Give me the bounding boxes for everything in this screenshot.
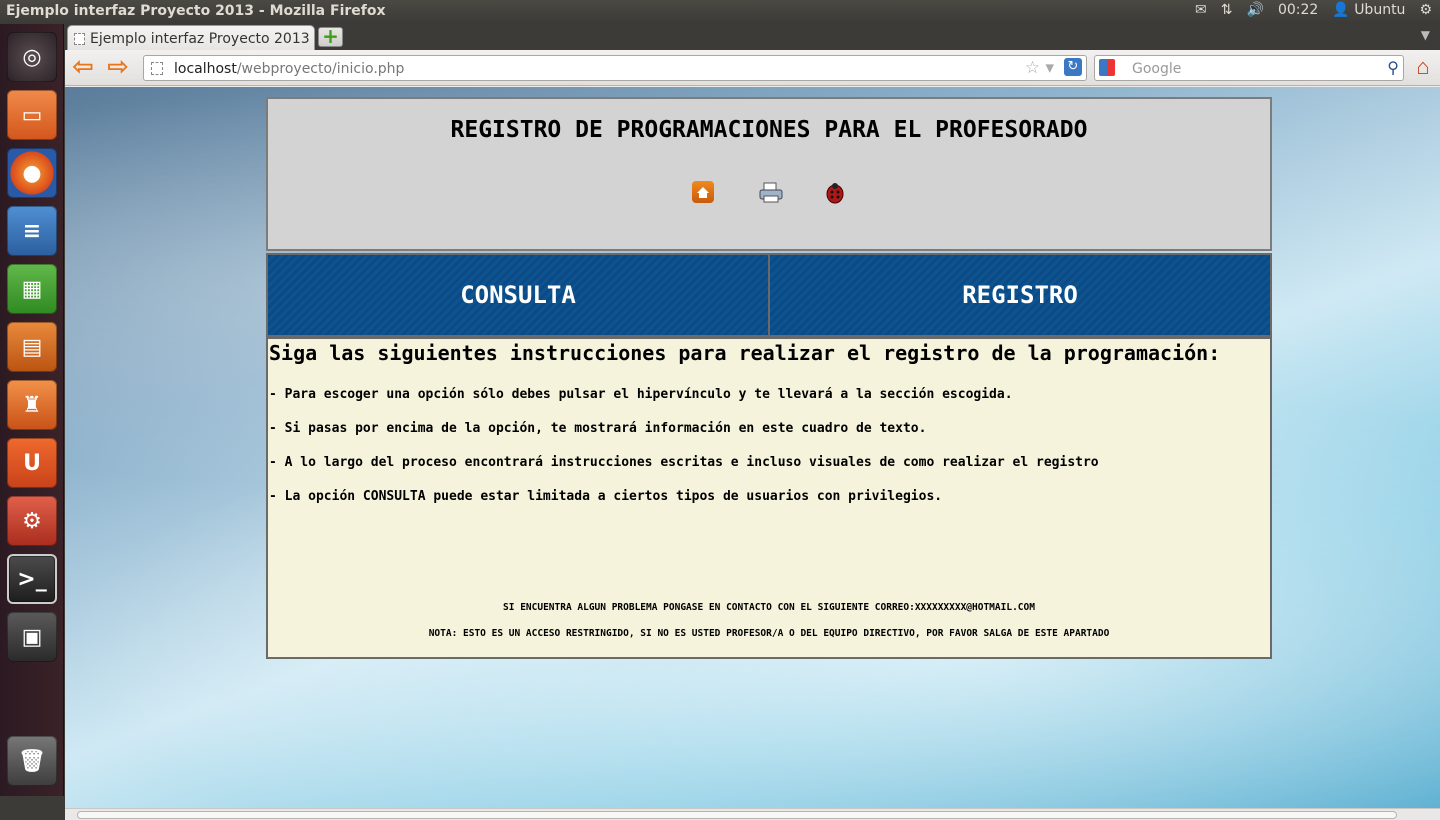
footer-contact: SI ENCUENTRA ALGUN PROBLEMA PONGASE EN C… <box>503 602 1035 613</box>
home-button[interactable]: ⌂ <box>1410 54 1436 80</box>
url-path: /webproyecto/inicio.php <box>236 61 405 77</box>
navigation-toolbar: ⇦ ⇨ localhost/webproyecto/inicio.php ☆ ▾… <box>65 50 1440 86</box>
menu-consulta-link[interactable]: CONSULTA <box>268 255 768 335</box>
google-engine-icon[interactable] <box>1099 59 1115 76</box>
forward-button[interactable]: ⇨ <box>104 54 132 82</box>
page-viewport: REGISTRO DE PROGRAMACIONES PARA EL PROFE… <box>65 87 1440 808</box>
network-icon[interactable]: ⇅ <box>1221 2 1233 18</box>
session-gear-icon[interactable]: ⚙ <box>1419 2 1432 18</box>
ladybug-icon[interactable] <box>824 181 846 204</box>
instruction-item: - Si pasas por encima de la opción, te m… <box>269 421 927 436</box>
reload-button[interactable]: ↻ <box>1064 58 1082 76</box>
mail-icon[interactable]: ✉ <box>1195 2 1207 18</box>
tab-active[interactable]: Ejemplo interfaz Proyecto 2013 <box>67 25 315 50</box>
search-placeholder: Google <box>1132 61 1182 77</box>
menu-registro-link[interactable]: REGISTRO <box>768 255 1270 335</box>
bookmark-star-icon[interactable]: ☆ ▾ <box>1025 58 1054 78</box>
ubuntu-dash-icon[interactable]: ◎ <box>7 32 57 82</box>
impress-icon[interactable]: ▤ <box>7 322 57 372</box>
user-icon: 👤 <box>1332 2 1350 18</box>
url-bar[interactable]: localhost/webproyecto/inicio.php ☆ ▾ ↻ <box>143 55 1087 81</box>
main-menu: CONSULTA REGISTRO <box>266 253 1272 337</box>
horizontal-scrollbar[interactable] <box>65 808 1440 820</box>
instructions-title: Siga las siguientes instrucciones para r… <box>269 341 1221 365</box>
system-tray: ✉ ⇅ 🔊 00:22 👤 Ubuntu ⚙ <box>1195 2 1432 18</box>
ubuntu-one-icon[interactable]: U <box>7 438 57 488</box>
unity-launcher: ◎ ▭ ● ≡ ▦ ▤ ♜ U ⚙ >_ ▣ 🗑 <box>0 24 64 796</box>
instruction-item: - A lo largo del proceso encontrará inst… <box>269 455 1099 470</box>
site-identity-icon[interactable] <box>151 62 163 75</box>
ubuntu-top-panel: Ejemplo interfaz Proyecto 2013 - Mozilla… <box>0 0 1440 24</box>
trash-icon[interactable]: 🗑 <box>7 736 57 786</box>
back-button[interactable]: ⇦ <box>69 54 97 82</box>
window-title: Ejemplo interfaz Proyecto 2013 - Mozilla… <box>6 3 386 19</box>
terminal-icon[interactable]: >_ <box>7 554 57 604</box>
instructions-panel: Siga las siguientes instrucciones para r… <box>266 337 1272 659</box>
user-menu[interactable]: 👤 Ubuntu <box>1332 2 1405 18</box>
instruction-item: - La opción CONSULTA puede estar limitad… <box>269 489 943 504</box>
tab-title: Ejemplo interfaz Proyecto 2013 <box>90 31 310 47</box>
calc-icon[interactable]: ▦ <box>7 264 57 314</box>
volume-icon[interactable]: 🔊 <box>1247 2 1264 18</box>
url-host: localhost <box>174 61 237 77</box>
instruction-item: - Para escoger una opción sólo debes pul… <box>269 387 1013 402</box>
footer-note: NOTA: ESTO ES UN ACCESO RESTRINGIDO, SI … <box>428 628 1110 639</box>
user-name: Ubuntu <box>1354 2 1406 18</box>
search-bar[interactable]: Google ⚲ <box>1094 55 1404 81</box>
writer-icon[interactable]: ≡ <box>7 206 57 256</box>
workspace-switcher-icon[interactable]: ▣ <box>7 612 57 662</box>
tab-strip: Ejemplo interfaz Proyecto 2013 + ▼ <box>65 24 1440 50</box>
clock[interactable]: 00:22 <box>1278 2 1318 18</box>
printer-icon[interactable] <box>758 181 783 203</box>
new-tab-button[interactable]: + <box>318 26 343 47</box>
home-icon[interactable] <box>692 181 714 203</box>
scrollbar-thumb[interactable] <box>77 811 1397 819</box>
page-favicon-icon <box>74 33 85 45</box>
search-icon[interactable]: ⚲ <box>1387 58 1399 77</box>
firefox-window: Ejemplo interfaz Proyecto 2013 + ▼ ⇦ ⇨ l… <box>65 24 1440 820</box>
firefox-icon[interactable]: ● <box>7 148 57 198</box>
page-title: REGISTRO DE PROGRAMACIONES PARA EL PROFE… <box>450 117 1088 143</box>
files-icon[interactable]: ▭ <box>7 90 57 140</box>
page-header: REGISTRO DE PROGRAMACIONES PARA EL PROFE… <box>266 97 1272 251</box>
system-settings-icon[interactable]: ⚙ <box>7 496 57 546</box>
tab-list-chevron-icon[interactable]: ▼ <box>1421 28 1430 42</box>
software-center-icon[interactable]: ♜ <box>7 380 57 430</box>
